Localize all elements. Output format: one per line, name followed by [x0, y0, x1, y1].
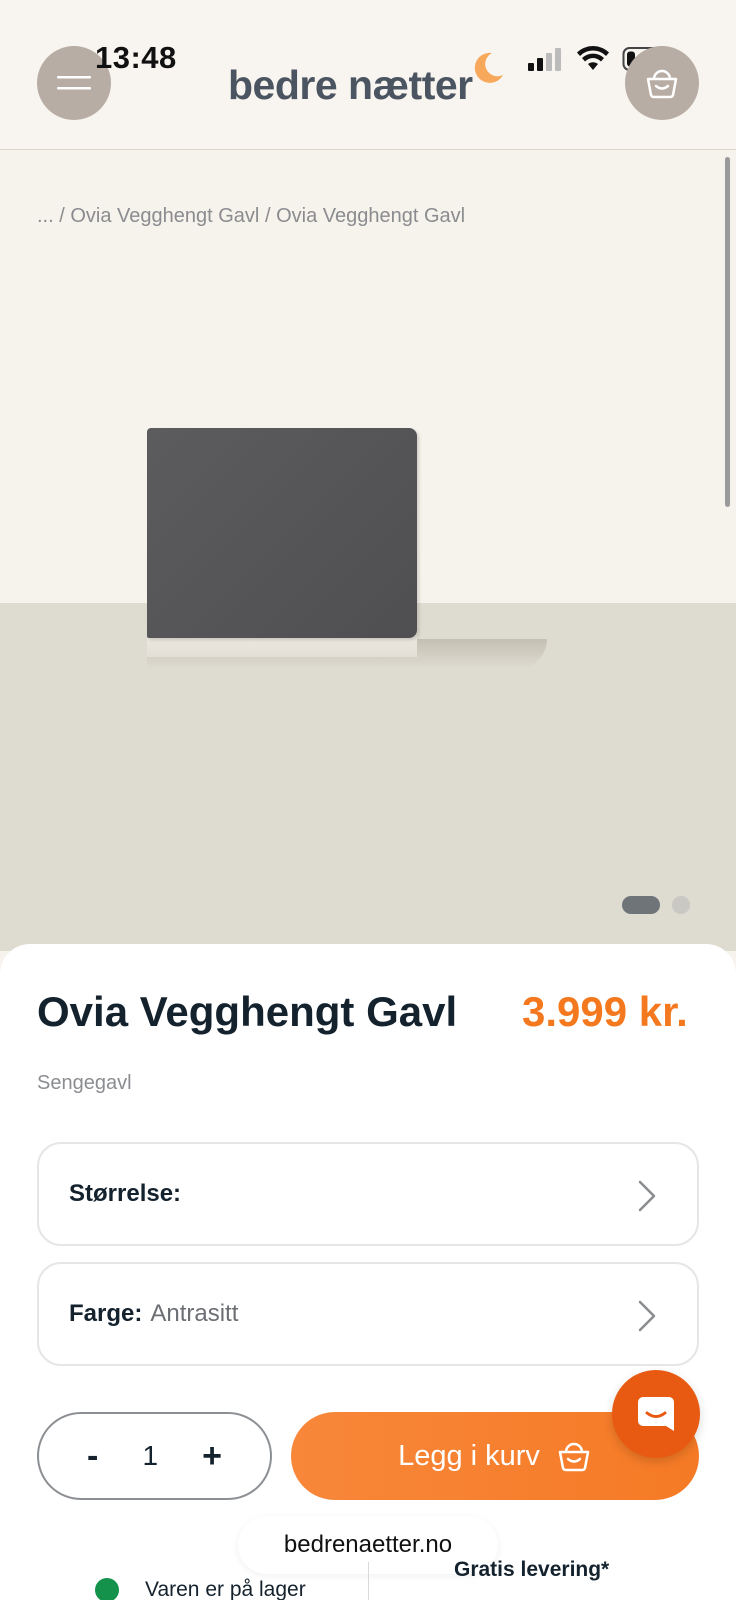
- quantity-stepper: - 1 +: [37, 1412, 272, 1500]
- breadcrumb-item[interactable]: Ovia Vegghengt Gavl: [70, 205, 259, 227]
- site-header: 13:48 bedre nætter: [0, 0, 736, 150]
- color-value: Antrasitt: [150, 1300, 239, 1327]
- chevron-right-icon: [638, 1300, 656, 1332]
- breadcrumb-separator: /: [264, 205, 277, 227]
- product-image-headboard: [147, 428, 417, 638]
- breadcrumb-item-current: Ovia Vegghengt Gavl: [276, 205, 466, 227]
- product-category: Sengegavl: [37, 1072, 132, 1094]
- product-gallery[interactable]: ... / Ovia Vegghengt Gavl / Ovia Vegghen…: [0, 151, 736, 951]
- breadcrumb-ellipsis[interactable]: ...: [37, 205, 54, 227]
- moon-icon: [474, 52, 503, 83]
- basket-icon: [646, 69, 678, 99]
- decrease-quantity-button[interactable]: -: [87, 1437, 98, 1476]
- site-logo[interactable]: bedre nætter: [228, 62, 473, 109]
- stock-status: Varen er på lager: [95, 1578, 306, 1600]
- signal-icon: [528, 48, 561, 71]
- product-sheet: Ovia Vegghengt Gavl 3.999 kr. Sengegavl …: [0, 944, 736, 1600]
- product-price: 3.999 kr.: [522, 988, 688, 1035]
- info-divider: [368, 1562, 369, 1600]
- breadcrumb: ... / Ovia Vegghengt Gavl / Ovia Vegghen…: [37, 205, 465, 228]
- wifi-icon: [577, 46, 609, 70]
- chat-icon: [638, 1397, 674, 1431]
- product-title: Ovia Vegghengt Gavl: [37, 988, 458, 1035]
- stock-text: Varen er på lager: [145, 1578, 306, 1600]
- in-stock-indicator-icon: [95, 1578, 119, 1600]
- add-to-cart-label: Legg i kurv: [398, 1439, 540, 1472]
- quantity-value[interactable]: 1: [142, 1440, 158, 1472]
- size-selector[interactable]: Størrelse:: [37, 1142, 699, 1246]
- chat-button[interactable]: [612, 1370, 700, 1458]
- scrollbar[interactable]: [725, 157, 730, 507]
- color-label: Farge:: [69, 1300, 143, 1327]
- cart-button[interactable]: [625, 46, 699, 120]
- carousel-dots: [622, 896, 690, 914]
- basket-icon: [558, 1442, 590, 1472]
- carousel-dot-active[interactable]: [622, 896, 660, 914]
- breadcrumb-separator: /: [59, 205, 71, 227]
- hamburger-icon: [57, 76, 91, 90]
- chevron-right-icon: [638, 1180, 656, 1212]
- color-selector[interactable]: Farge: Antrasitt: [37, 1262, 699, 1366]
- increase-quantity-button[interactable]: +: [202, 1437, 222, 1476]
- status-time: 13:48: [95, 40, 177, 75]
- size-label: Størrelse:: [69, 1180, 182, 1207]
- carousel-dot[interactable]: [672, 896, 690, 914]
- free-shipping-text: Gratis levering*: [454, 1558, 610, 1581]
